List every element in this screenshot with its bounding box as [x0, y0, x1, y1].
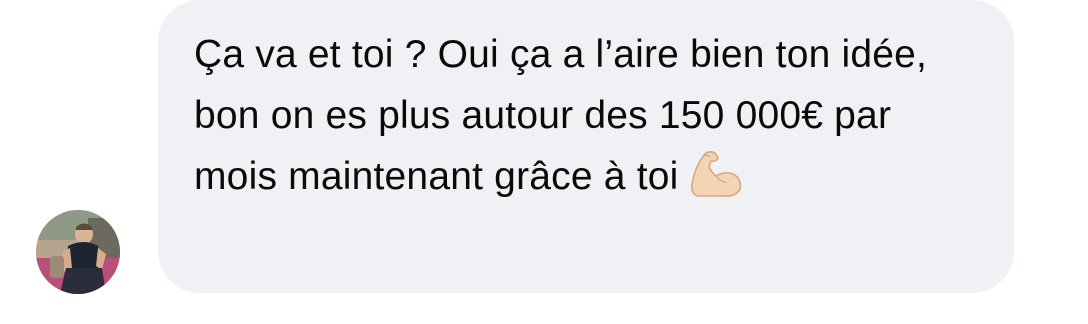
- message-thread: Ça va et toi ? Oui ça a l’aire bien ton …: [0, 0, 1088, 324]
- message-bubble[interactable]: Ça va et toi ? Oui ça a l’aire bien ton …: [158, 0, 1014, 293]
- message-body: Ça va et toi ? Oui ça a l’aire bien ton …: [194, 33, 939, 198]
- sender-avatar[interactable]: [36, 210, 120, 294]
- message-text: Ça va et toi ? Oui ça a l’aire bien ton …: [194, 24, 984, 207]
- flexed-biceps-icon: [686, 149, 744, 199]
- profile-photo-icon: [36, 210, 120, 294]
